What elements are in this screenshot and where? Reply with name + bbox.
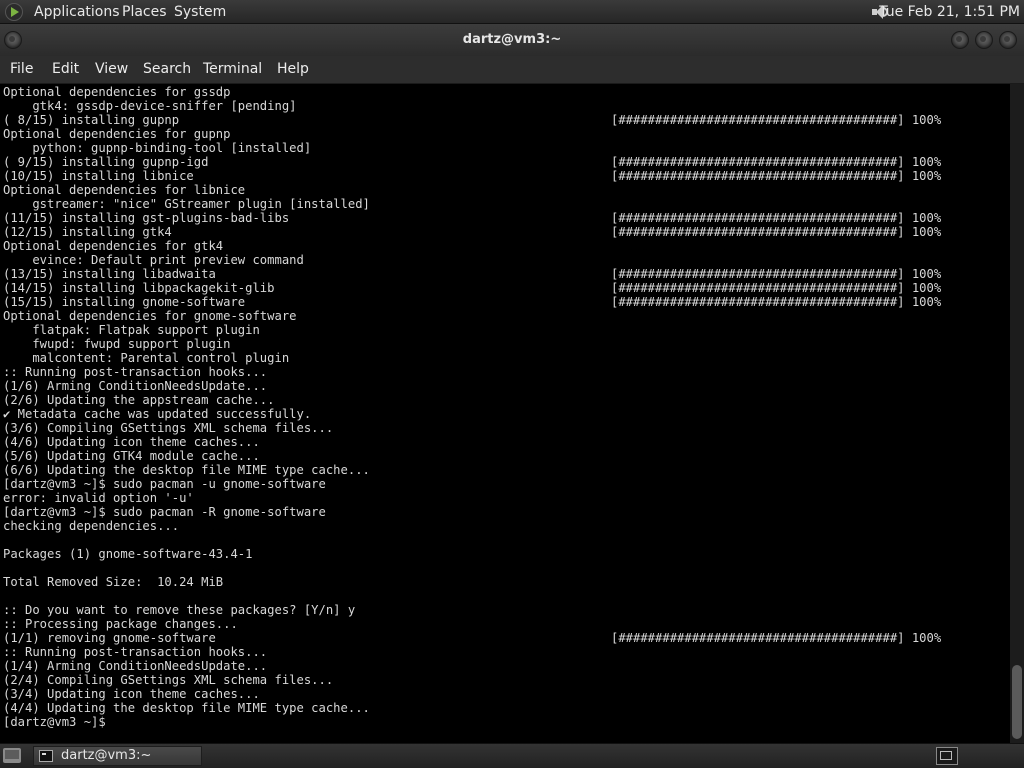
terminal-line: [dartz@vm3 ~]$: [3, 715, 106, 729]
system-menu[interactable]: System: [174, 0, 226, 24]
terminal-line: (1/1) removing gnome-software: [3, 631, 216, 645]
terminal-line: Optional dependencies for gupnp: [3, 127, 231, 141]
terminal-line: [dartz@vm3 ~]$ sudo pacman -u gnome-soft…: [3, 477, 326, 491]
terminal-line: Optional dependencies for gtk4: [3, 239, 224, 253]
terminal-line: :: Processing package changes...: [3, 617, 238, 631]
places-menu[interactable]: Places: [122, 0, 167, 24]
terminal-line: (15/15) installing gnome-software: [3, 295, 246, 309]
minimize-button[interactable]: [951, 31, 969, 49]
progress-bar-text: [######################################]…: [611, 295, 942, 309]
terminal-line: (6/6) Updating the desktop file MIME typ…: [3, 463, 370, 477]
terminal-line: (3/4) Updating icon theme caches...: [3, 687, 260, 701]
terminal-line: fwupd: fwupd support plugin: [3, 337, 231, 351]
terminal-menubar: File Edit View Search Terminal Help: [0, 56, 1024, 84]
progress-bar-text: [######################################]…: [611, 155, 942, 169]
terminal-line: ( 9/15) installing gupnp-igd: [3, 155, 209, 169]
terminal-line: Optional dependencies for gnome-software: [3, 309, 297, 323]
scrollbar-thumb[interactable]: [1012, 665, 1022, 739]
terminal-line: (1/6) Arming ConditionNeedsUpdate...: [3, 379, 268, 393]
menu-file[interactable]: File: [10, 56, 33, 83]
terminal-output[interactable]: Optional dependencies for gssdp gtk4: gs…: [0, 84, 1010, 743]
terminal-icon: [39, 750, 53, 762]
progress-bar-text: [######################################]…: [611, 267, 942, 281]
window-title: dartz@vm3:~: [462, 32, 562, 47]
close-button[interactable]: [999, 31, 1017, 49]
terminal-scrollbar[interactable]: [1010, 84, 1024, 743]
top-panel: Applications Places System Tue Feb 21, 1…: [0, 0, 1024, 24]
taskbar-terminal-button[interactable]: dartz@vm3:~: [33, 746, 202, 766]
terminal-line: [dartz@vm3 ~]$ sudo pacman -R gnome-soft…: [3, 505, 326, 519]
terminal-line: evince: Default print preview command: [3, 253, 304, 267]
progress-bar-text: [######################################]…: [611, 225, 942, 239]
menu-search[interactable]: Search: [143, 56, 191, 83]
terminal-line: (4/6) Updating icon theme caches...: [3, 435, 260, 449]
terminal-line: gstreamer: "nice" GStreamer plugin [inst…: [3, 197, 370, 211]
progress-bar-text: [######################################]…: [611, 169, 942, 183]
menu-edit[interactable]: Edit: [52, 56, 79, 83]
workspace-switcher[interactable]: [936, 747, 958, 765]
terminal-line: ✔ Metadata cache was updated successfull…: [3, 407, 312, 421]
terminal-line: :: Do you want to remove these packages?…: [3, 603, 356, 617]
terminal-line: Optional dependencies for gssdp: [3, 85, 231, 99]
terminal-line: python: gupnp-binding-tool [installed]: [3, 141, 312, 155]
terminal-line: (2/6) Updating the appstream cache...: [3, 393, 275, 407]
terminal-line: flatpak: Flatpak support plugin: [3, 323, 260, 337]
taskbar-label: dartz@vm3:~: [61, 748, 152, 763]
applications-menu[interactable]: Applications: [34, 0, 120, 24]
progress-bar-text: [######################################]…: [611, 211, 942, 225]
terminal-line: (3/6) Compiling GSettings XML schema fil…: [3, 421, 334, 435]
progress-bar-text: [######################################]…: [611, 631, 942, 645]
terminal-line: Total Removed Size: 10.24 MiB: [3, 575, 224, 589]
clock[interactable]: Tue Feb 21, 1:51 PM: [879, 0, 1020, 24]
terminal-line: :: Running post-transaction hooks...: [3, 365, 268, 379]
terminal-line: Optional dependencies for libnice: [3, 183, 246, 197]
terminal-line: (4/4) Updating the desktop file MIME typ…: [3, 701, 370, 715]
terminal-line: (14/15) installing libpackagekit-glib: [3, 281, 275, 295]
menu-help[interactable]: Help: [277, 56, 309, 83]
terminal-line: Packages (1) gnome-software-43.4-1: [3, 547, 253, 561]
menu-view[interactable]: View: [95, 56, 128, 83]
progress-bar-text: [######################################]…: [611, 113, 942, 127]
terminal-line: (12/15) installing gtk4: [3, 225, 172, 239]
terminal-line: (2/4) Compiling GSettings XML schema fil…: [3, 673, 334, 687]
progress-bar-text: [######################################]…: [611, 281, 942, 295]
bottom-panel: dartz@vm3:~: [0, 743, 1024, 768]
terminal-line: malcontent: Parental control plugin: [3, 351, 290, 365]
terminal-line: error: invalid option '-u': [3, 491, 194, 505]
distro-logo-icon[interactable]: [5, 3, 23, 21]
terminal-line: (10/15) installing libnice: [3, 169, 194, 183]
menu-terminal[interactable]: Terminal: [203, 56, 262, 83]
terminal-line: (13/15) installing libadwaita: [3, 267, 216, 281]
terminal-line: :: Running post-transaction hooks...: [3, 645, 268, 659]
terminal-line: checking dependencies...: [3, 519, 180, 533]
terminal-line: ( 8/15) installing gupnp: [3, 113, 180, 127]
terminal-line: (11/15) installing gst-plugins-bad-libs: [3, 211, 290, 225]
maximize-button[interactable]: [975, 31, 993, 49]
terminal-line: gtk4: gssdp-device-sniffer [pending]: [3, 99, 297, 113]
terminal-line: (5/6) Updating GTK4 module cache...: [3, 449, 260, 463]
terminal-line: (1/4) Arming ConditionNeedsUpdate...: [3, 659, 268, 673]
show-desktop-icon[interactable]: [3, 748, 21, 763]
window-titlebar[interactable]: dartz@vm3:~: [0, 24, 1024, 56]
